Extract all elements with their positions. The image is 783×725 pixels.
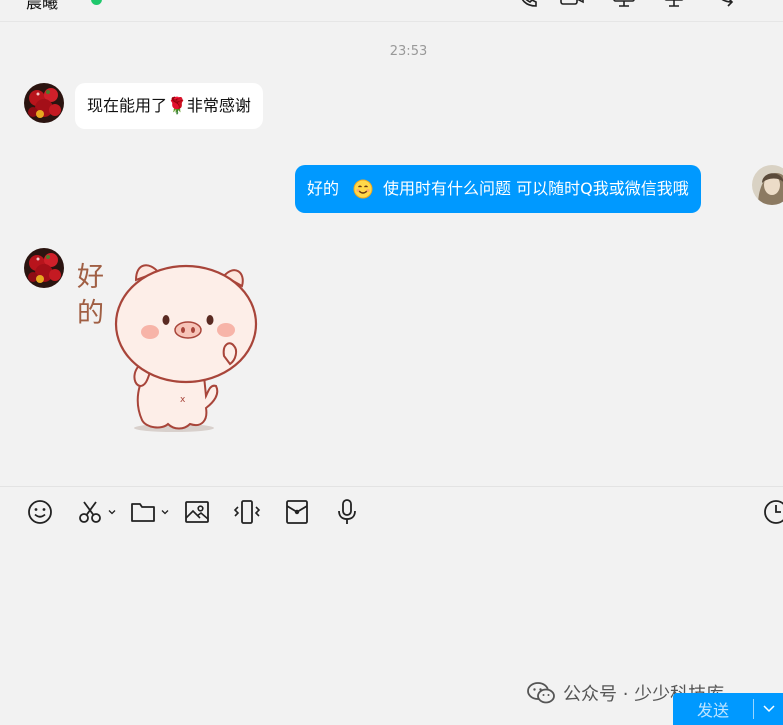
send-button[interactable]: 发送 (673, 693, 783, 725)
pig-sticker-image[interactable]: 好 的 x (74, 252, 264, 438)
scissors-icon (79, 501, 101, 523)
chevron-down-icon[interactable] (107, 507, 117, 517)
shake-icon (233, 500, 261, 524)
chat-header: 晨曦 (0, 0, 783, 22)
contact-name[interactable]: 晨曦 (26, 0, 58, 13)
online-status-icon (91, 0, 102, 5)
my-avatar[interactable] (752, 165, 783, 205)
voice-call-icon[interactable] (516, 0, 540, 8)
sticker-caption-1: 好 (77, 262, 104, 293)
screen-share-icon[interactable] (612, 0, 636, 8)
incoming-message-bubble[interactable]: 现在能用了🌹非常感谢 (75, 83, 263, 129)
contact-avatar[interactable] (24, 83, 64, 123)
chevron-down-icon[interactable] (160, 507, 170, 517)
chat-window: 晨曦 23:53 现在能用了🌹非常感谢 好的 使用时有什么问题 可以随时Q我或微… (0, 0, 783, 725)
message-timestamp: 23:53 (389, 44, 428, 59)
outgoing-message-bubble[interactable]: 好的 使用时有什么问题 可以随时Q我或微信我哦 (295, 165, 701, 213)
red-packet-icon (286, 500, 308, 524)
send-label: 发送 (697, 701, 730, 720)
emoji-button[interactable] (26, 498, 54, 526)
message-input[interactable] (0, 536, 783, 676)
svg-text:x: x (180, 395, 186, 405)
add-member-icon[interactable] (712, 0, 736, 8)
history-clock-icon (764, 500, 783, 524)
outgoing-message-part1: 好的 (307, 179, 340, 198)
send-options-chevron-icon[interactable] (762, 703, 776, 715)
wechat-logo-icon (527, 682, 555, 704)
folder-icon (131, 503, 155, 522)
contact-avatar[interactable] (24, 248, 64, 288)
send-separator (753, 699, 754, 719)
input-divider (0, 486, 783, 487)
video-call-icon[interactable] (560, 0, 584, 8)
voice-message-button[interactable] (333, 498, 361, 526)
send-image-button[interactable] (183, 498, 211, 526)
send-file-button[interactable] (129, 498, 170, 526)
history-button[interactable] (762, 498, 783, 526)
red-packet-button[interactable] (283, 498, 311, 526)
remote-assist-icon[interactable] (662, 0, 686, 8)
image-icon (185, 501, 209, 523)
screenshot-button[interactable] (76, 498, 117, 526)
smile-emoji-icon (353, 179, 373, 199)
outgoing-message-part2: 使用时有什么问题 可以随时Q我或微信我哦 (383, 179, 689, 198)
shake-button[interactable] (233, 498, 261, 526)
microphone-icon (338, 499, 356, 524)
emoji-icon (28, 500, 52, 524)
sticker-caption-2: 的 (77, 298, 104, 329)
